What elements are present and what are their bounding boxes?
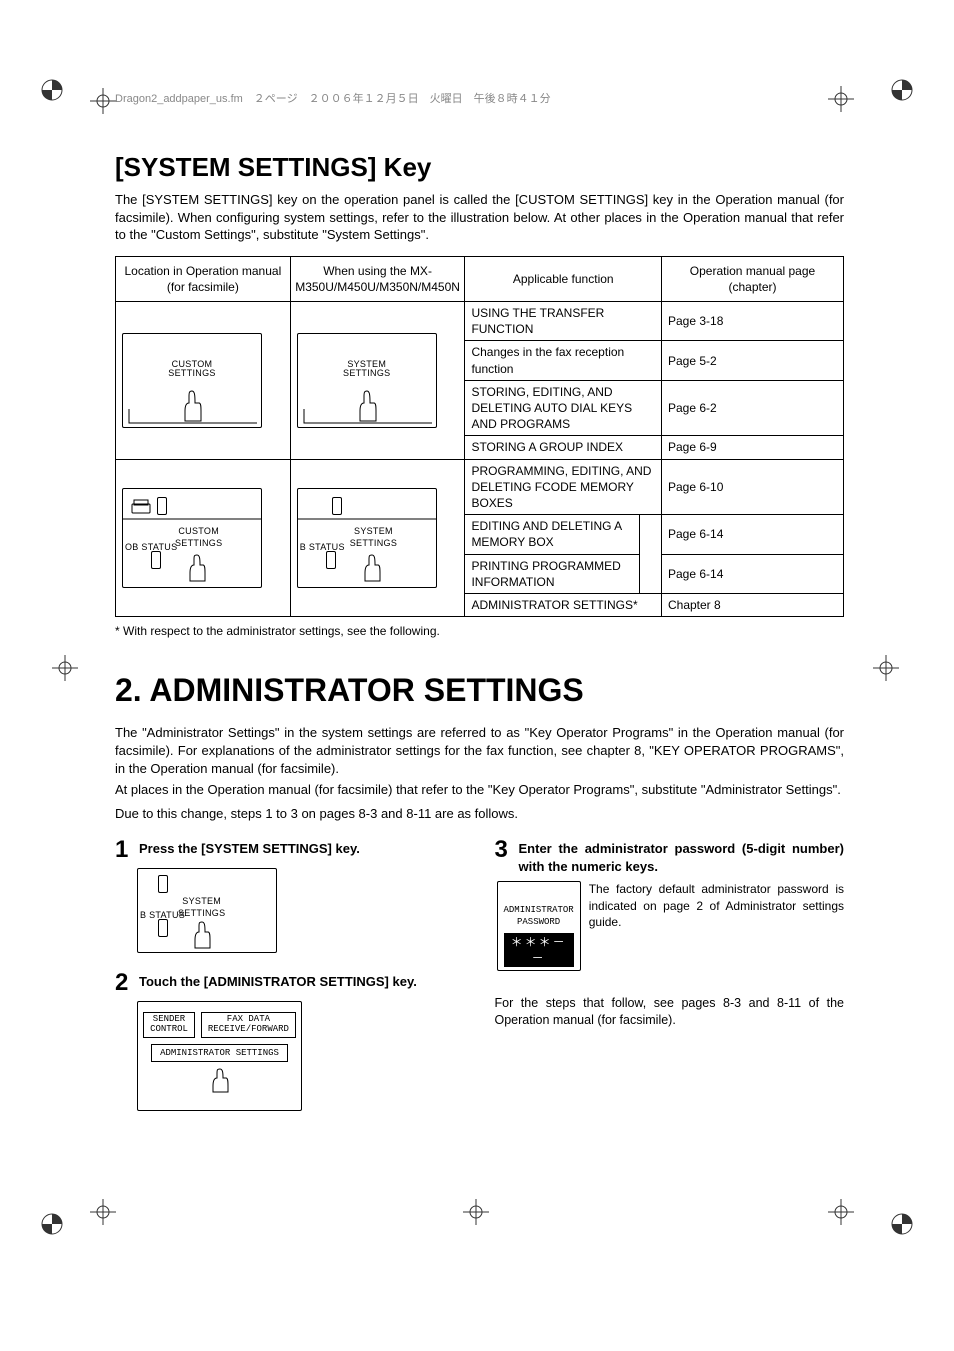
- step-number: 3: [495, 838, 513, 875]
- step-number: 2: [115, 971, 133, 995]
- key-rect-icon: [332, 497, 342, 515]
- table-cell-func: PRINTING PROGRAMMED INFORMATION: [465, 554, 640, 593]
- registration-mark-icon: [890, 1212, 914, 1236]
- table-cell-page: Page 3-18: [661, 302, 843, 341]
- key-edge-line: [302, 407, 434, 427]
- step2-text: Touch the [ADMINISTRATOR SETTINGS] key.: [139, 971, 417, 995]
- step1-illustration: B STATUS SYSTEMSETTINGS: [137, 868, 277, 953]
- section-heading-system-settings-key: [SYSTEM SETTINGS] Key: [115, 150, 844, 185]
- system-settings-key-illustration: SYSTEM SETTINGS: [297, 333, 437, 428]
- table-cell-page: Page 6-14: [661, 554, 843, 593]
- table-header: Location in Operation manual (for facsim…: [116, 256, 291, 301]
- table-cell-func: STORING, EDITING, AND DELETING AUTO DIAL…: [465, 380, 662, 436]
- section2-body1: The "Administrator Settings" in the syst…: [115, 724, 844, 777]
- settings-mapping-table: Location in Operation manual (for facsim…: [115, 256, 844, 617]
- table-cell-func: PROGRAMMING, EDITING, AND DELETING FCODE…: [465, 459, 662, 515]
- table-cell-page: Chapter 8: [661, 593, 843, 616]
- table-header: Operation manual page (chapter): [661, 256, 843, 301]
- table-cell-page: Page 6-14: [661, 515, 843, 554]
- table-cell-func: EDITING AND DELETING A MEMORY BOX: [465, 515, 640, 554]
- section2-body3: Due to this change, steps 1 to 3 on page…: [115, 805, 844, 823]
- key-rect-icon: [158, 875, 168, 893]
- custom-settings-panel-illustration: OB STATUS CUSTOMSETTINGS: [122, 488, 262, 588]
- registration-mark-icon: [40, 1212, 64, 1236]
- table-cell-page: Page 6-2: [661, 380, 843, 436]
- table-cell-page: Page 6-9: [661, 436, 843, 459]
- step3-after-text: For the steps that follow, see pages 8-3…: [495, 995, 845, 1029]
- custom-settings-key-illustration: CUSTOM SETTINGS: [122, 333, 262, 428]
- table-cell-func: ADMINISTRATOR SETTINGS*: [465, 593, 662, 616]
- step3-text: Enter the administrator password (5-digi…: [519, 838, 845, 875]
- table-cell-func: Changes in the fax reception function: [465, 341, 662, 380]
- step2-illustration: SENDER CONTROL FAX DATARECEIVE/FORWARD A…: [137, 1001, 302, 1111]
- table-cell-page: Page 5-2: [661, 341, 843, 380]
- table-header: When using the MX-M350U/M450U/M350N/M450…: [290, 256, 465, 301]
- system-settings-panel-illustration: B STATUS SYSTEMSETTINGS: [297, 488, 437, 588]
- admin-password-field: ＊＊＊－－: [504, 933, 574, 967]
- document-header-marker: Dragon2_addpaper_us.fm ２ページ ２００６年１２月５日 火…: [115, 92, 551, 107]
- divider-line: [123, 517, 262, 557]
- section1-body: The [SYSTEM SETTINGS] key on the operati…: [115, 191, 844, 244]
- panel-button: FAX DATARECEIVE/FORWARD: [201, 1012, 296, 1038]
- table-footnote: * With respect to the administrator sett…: [115, 623, 844, 639]
- finger-press-icon: [209, 1068, 231, 1094]
- crop-mark-icon: [463, 1199, 489, 1225]
- panel-button: SENDER CONTROL: [143, 1012, 195, 1038]
- table-cell-func: USING THE TRANSFER FUNCTION: [465, 302, 662, 341]
- table-cell-page: Page 6-10: [661, 459, 843, 515]
- table-header: Applicable function: [465, 256, 662, 301]
- crop-mark-icon: [90, 1199, 116, 1225]
- finger-press-icon: [360, 553, 384, 585]
- section-heading-administrator-settings: 2. ADMINISTRATOR SETTINGS: [115, 669, 844, 712]
- key-edge-line: [127, 407, 259, 427]
- step3-explain: The factory default administrator passwo…: [589, 881, 844, 930]
- crop-mark-icon: [828, 1199, 854, 1225]
- step-number: 1: [115, 838, 133, 862]
- step1-text: Press the [SYSTEM SETTINGS] key.: [139, 838, 360, 862]
- divider-line: [298, 517, 437, 557]
- table-cell-func: STORING A GROUP INDEX: [465, 436, 662, 459]
- key-rect-icon: [157, 497, 167, 515]
- section2-body2: At places in the Operation manual (for f…: [115, 781, 844, 799]
- step3-password-illustration: ADMINISTRATOR PASSWORD ＊＊＊－－: [497, 881, 581, 971]
- key-rect-icon: [158, 919, 168, 937]
- finger-press-icon: [185, 553, 209, 585]
- finger-press-icon: [190, 920, 214, 952]
- admin-password-label: ADMINISTRATOR PASSWORD: [504, 904, 574, 928]
- administrator-settings-button: ADMINISTRATOR SETTINGS: [151, 1044, 288, 1062]
